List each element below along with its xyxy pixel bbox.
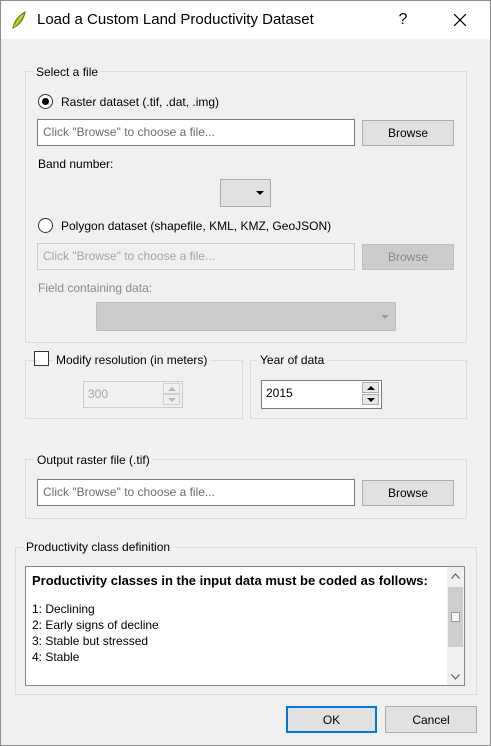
field-dropdown[interactable]	[96, 302, 396, 331]
field-containing-data-label: Field containing data:	[38, 281, 153, 295]
band-number-label: Band number:	[38, 157, 114, 171]
definition-text-area[interactable]: Productivity classes in the input data m…	[25, 566, 465, 686]
help-button[interactable]: ?	[381, 1, 425, 39]
year-value: 2015	[266, 386, 293, 400]
polygon-file-input[interactable]: Click "Browse" to choose a file...	[37, 243, 355, 270]
output-browse-button[interactable]: Browse	[362, 480, 454, 506]
polygon-dataset-label[interactable]: Polygon dataset (shapefile, KML, KMZ, Ge…	[61, 219, 331, 233]
modify-resolution-checkbox[interactable]	[34, 351, 49, 366]
modify-resolution-label[interactable]: Modify resolution (in meters)	[53, 353, 211, 367]
polygon-dataset-radio[interactable]	[38, 218, 53, 233]
close-icon	[454, 14, 466, 26]
polygon-browse-button[interactable]: Browse	[362, 244, 454, 270]
raster-file-input[interactable]: Click "Browse" to choose a file...	[37, 119, 355, 146]
select-file-group-label: Select a file	[33, 65, 102, 79]
raster-dataset-label[interactable]: Raster dataset (.tif, .dat, .img)	[61, 95, 219, 109]
year-of-data-label: Year of data	[257, 353, 328, 367]
raster-dataset-radio[interactable]	[38, 94, 53, 109]
output-file-input[interactable]: Click "Browse" to choose a file...	[37, 479, 355, 506]
chevron-down-icon	[256, 191, 264, 195]
definition-heading: Productivity classes in the input data m…	[32, 573, 428, 588]
scroll-down-icon[interactable]	[447, 668, 464, 685]
class-item: 4: Stable	[32, 650, 80, 664]
qgis-app-icon	[12, 11, 26, 29]
resolution-spinbox[interactable]: 300	[83, 381, 183, 408]
spin-down-icon[interactable]	[362, 394, 379, 405]
scroll-thumb[interactable]	[448, 587, 463, 647]
year-spinbox[interactable]: 2015	[261, 380, 382, 409]
definition-scrollbar[interactable]	[447, 567, 464, 685]
class-item: 3: Stable but stressed	[32, 634, 149, 648]
cancel-button[interactable]: Cancel	[385, 706, 477, 733]
class-item: 1: Declining	[32, 602, 95, 616]
scroll-up-icon[interactable]	[447, 567, 464, 584]
chevron-down-icon	[381, 314, 389, 319]
resolution-value: 300	[88, 387, 109, 401]
ok-button[interactable]: OK	[286, 706, 377, 733]
spin-down-icon[interactable]	[163, 394, 180, 405]
definition-content: Productivity classes in the input data m…	[32, 573, 442, 665]
raster-browse-button[interactable]: Browse	[362, 120, 454, 146]
definition-group-label: Productivity class definition	[23, 540, 174, 554]
spin-up-icon[interactable]	[362, 382, 379, 393]
class-item: 2: Early signs of decline	[32, 618, 159, 632]
spin-up-icon[interactable]	[163, 383, 180, 394]
window-title: Load a Custom Land Productivity Dataset	[37, 11, 314, 28]
band-number-dropdown[interactable]	[220, 179, 271, 207]
close-button[interactable]	[437, 1, 483, 39]
title-bar: Load a Custom Land Productivity Dataset …	[1, 1, 490, 39]
output-group-label: Output raster file (.tif)	[34, 453, 153, 467]
dialog-window: Load a Custom Land Productivity Dataset …	[0, 0, 491, 746]
